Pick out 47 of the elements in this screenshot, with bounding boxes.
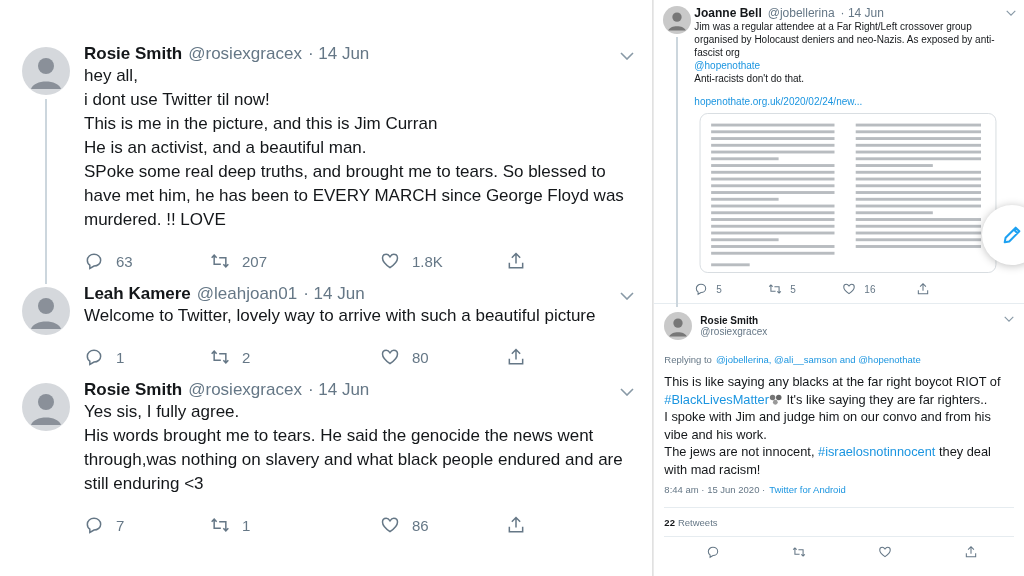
tweet-text: Welcome to Twitter, lovely way to arrive with such a beautiful picture bbox=[84, 305, 597, 327]
like-count: 16 bbox=[864, 283, 876, 295]
mention-link[interactable]: @jobellerina, @ali__samson and @hopenothate bbox=[715, 354, 921, 365]
reply-count: 7 bbox=[116, 516, 125, 534]
hashtag-link[interactable]: #israelosnotinnocent bbox=[818, 444, 936, 459]
tweet-date[interactable]: · 14 Jun bbox=[307, 44, 370, 64]
mention-link[interactable]: @hopenothate bbox=[694, 60, 761, 71]
tweet-text: Anti-racists don't do that. bbox=[694, 72, 806, 85]
user-name[interactable]: Joanne Bell bbox=[694, 6, 762, 20]
tweet-timestamp: 8:44 am · 15 Jun 2020 · bbox=[664, 484, 766, 495]
reply-count: 63 bbox=[116, 252, 133, 270]
user-handle[interactable]: @jobellerina bbox=[767, 6, 835, 20]
tweet-text: This is like saying any blacks at the far right boycot RIOT of #BlackLivesMatter It's like saying they are far righters.. I spoke with Jim and judge him on our convo and from his vibe and his work. The jews are not innocent, #israelosnotinnocent they deal with mad racism! bbox=[664, 373, 1002, 478]
hashtag-link[interactable]: #BlackLivesMatter bbox=[664, 391, 769, 407]
user-name[interactable]: Leah Kamere bbox=[84, 284, 191, 304]
user-handle[interactable]: @rosiexgracex bbox=[188, 380, 302, 400]
source-link[interactable]: Twitter for Android bbox=[769, 484, 846, 495]
user-name[interactable]: Rosie Smith bbox=[84, 44, 183, 64]
tweet-date[interactable]: · 14 Jun bbox=[840, 6, 884, 20]
retweet-count: 1 bbox=[242, 516, 251, 534]
retweet-total[interactable]: 22 bbox=[664, 517, 675, 528]
tweet-text: SPoke some real deep truths, and brought me to tears. So blessed to have met him, he has been to EVERY MARCH since George Floyd was murdered. !! LOVE bbox=[84, 161, 625, 231]
tweet-text: This is me in the picture, and this is Jim Curran bbox=[84, 113, 439, 135]
tweet-text: hey all, bbox=[84, 65, 139, 87]
tweet-text: His words brought me to tears. He said the genocide the news went through,was nothing on slavery and what black people endured and are still enduring <3 bbox=[84, 425, 624, 495]
like-count: 80 bbox=[412, 348, 429, 366]
tweet-text: He is an activist, and a beautiful man. bbox=[84, 137, 368, 159]
tweet-text: Yes sis, I fully agree. bbox=[84, 401, 241, 423]
article-link[interactable]: hopenothate.org.uk/2020/02/24/new... bbox=[694, 96, 863, 107]
user-handle[interactable]: @leahjoan01 bbox=[196, 284, 298, 304]
retweet-count: 207 bbox=[242, 252, 268, 270]
reply-count: 1 bbox=[116, 348, 125, 366]
retweet-count: 5 bbox=[790, 283, 796, 295]
user-handle[interactable]: @rosiexgracex bbox=[188, 44, 302, 64]
tweet-date[interactable]: · 14 Jun bbox=[303, 284, 365, 304]
user-name[interactable]: Rosie Smith bbox=[700, 315, 768, 326]
reply-count: 5 bbox=[716, 283, 722, 295]
tweet-text: Jim was a regular attendee at a Far Right/Left crossover group organised by Holocaust deniers and neo-Nazis. As exposed by anti-fascist org bbox=[694, 20, 996, 59]
user-handle[interactable]: @rosiexgracex bbox=[700, 326, 768, 337]
user-name[interactable]: Rosie Smith bbox=[84, 380, 183, 400]
retweets-label[interactable]: Retweets bbox=[677, 517, 718, 528]
tweet-date[interactable]: · 14 Jun bbox=[307, 380, 370, 400]
like-count: 86 bbox=[412, 516, 429, 534]
tweet-text: i dont use Twitter til now! bbox=[84, 89, 271, 111]
replying-label: Replying to bbox=[664, 354, 712, 365]
like-count: 1.8K bbox=[412, 252, 443, 270]
retweet-count: 2 bbox=[242, 348, 251, 366]
